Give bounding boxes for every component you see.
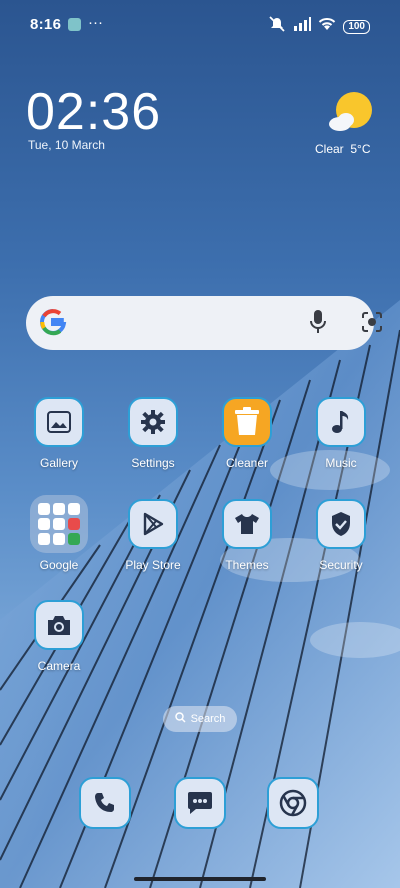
app-music[interactable]: Music [296,397,386,470]
app-security[interactable]: Security [296,499,386,572]
mini-app-icon [38,533,50,545]
mini-app-icon [68,503,80,515]
google-folder-icon [30,495,88,553]
phone-icon [79,777,131,829]
mute-icon [268,16,286,37]
mini-app-icon [38,518,50,530]
app-label: Camera [37,659,81,673]
gesture-navigation-handle[interactable] [134,877,266,881]
clock-widget-time[interactable]: 02:36 [26,82,161,142]
app-gallery[interactable]: Gallery [14,397,104,470]
app-label: Play Store [125,558,181,572]
wifi-icon [318,17,336,36]
app-play-store[interactable]: Play Store [108,499,198,572]
app-search-button[interactable]: Search [163,706,237,732]
status-bar: 8:16 ··· 100 [0,0,400,48]
app-cleaner[interactable]: Cleaner [202,397,292,470]
search-icon [174,712,186,726]
app-label: Security [319,558,363,572]
folder-google[interactable]: Google [14,495,104,572]
google-search-bar[interactable] [26,296,382,350]
app-settings[interactable]: Settings [108,397,198,470]
weather-widget-text[interactable]: Clear 5°C [315,142,371,156]
cleaner-bin-icon [222,397,272,447]
mini-app-icon [38,503,50,515]
signal-icon [293,17,312,36]
clock-widget-date[interactable]: Tue, 10 March [28,138,105,152]
settings-gear-icon [128,397,178,447]
weather-sun-cloud-icon[interactable] [326,90,374,138]
more-notifications-indicator: ··· [88,14,103,31]
mini-app-icon [53,533,65,545]
mini-app-icon [53,518,65,530]
app-label: Google [39,558,79,572]
play-store-icon [128,499,178,549]
gallery-icon [34,397,84,447]
weather-temp: 5°C [350,142,371,156]
mini-app-icon [53,503,65,515]
mini-app-icon [68,518,80,530]
messages-icon [174,777,226,829]
battery-indicator: 100 [343,19,370,34]
app-camera[interactable]: Camera [14,600,104,673]
notification-app-icon [68,18,81,31]
search-pill-label: Search [190,713,226,725]
music-note-icon [316,397,366,447]
app-themes[interactable]: Themes [202,499,292,572]
chrome-icon [267,777,319,829]
voice-search-icon[interactable] [308,309,328,340]
google-lens-icon[interactable] [360,310,384,339]
app-label: Themes [225,558,269,572]
dock-phone[interactable] [60,777,150,829]
app-label: Music [325,456,357,470]
google-logo-icon [38,307,68,342]
dock-chrome[interactable] [248,777,338,829]
dock-messages[interactable] [155,777,245,829]
weather-condition: Clear [315,142,344,156]
security-shield-icon [316,499,366,549]
app-label: Gallery [39,456,78,470]
camera-icon [34,600,84,650]
mini-app-icon [68,533,80,545]
app-label: Cleaner [225,456,269,470]
app-label: Settings [131,456,175,470]
themes-shirt-icon [222,499,272,549]
status-time: 8:16 [30,16,62,33]
